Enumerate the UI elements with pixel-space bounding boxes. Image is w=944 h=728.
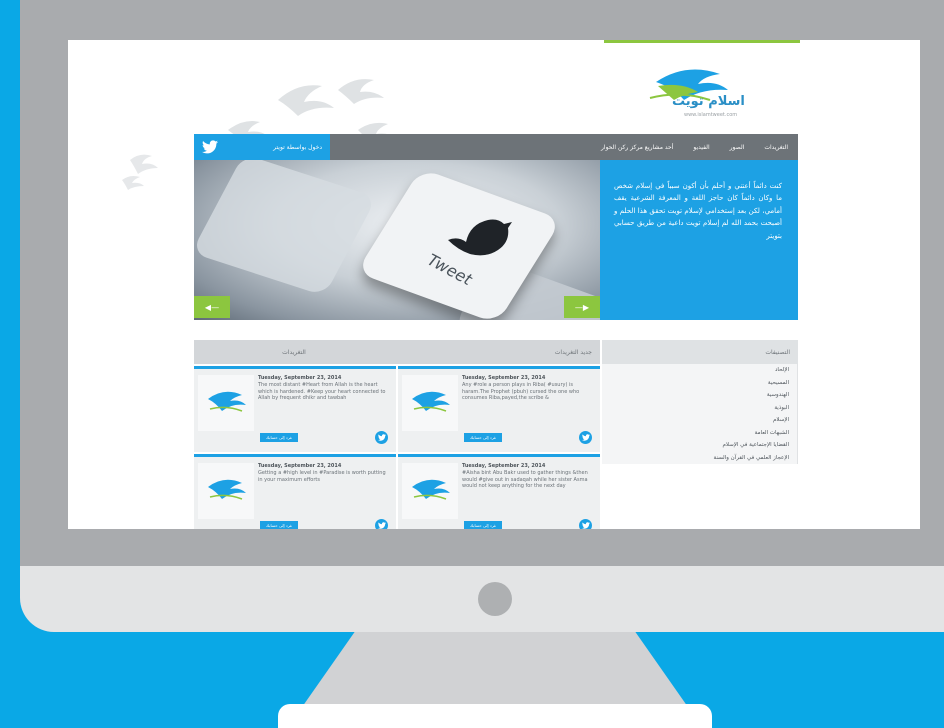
twitter-login-label: دخول بواسطة تويتر	[273, 143, 322, 151]
logo-subtext: www.islamtweet.com	[684, 112, 738, 118]
twitter-bird-icon	[448, 219, 512, 256]
latest-tweets-header: التغريدات	[194, 340, 394, 364]
logo-bird-icon	[412, 391, 450, 412]
featured-tweets-header: جديد التغريدات	[394, 340, 600, 364]
hero-text-panel: كنت دائماً أعتني و أحلم بأن أكون سبباً ف…	[600, 160, 798, 320]
tweet-thumbnail	[198, 463, 254, 519]
tweet-thumbnail	[402, 463, 458, 519]
tweet-body: Getting a #high level in #Paradise is wo…	[258, 470, 386, 483]
tweet-share-button[interactable]: غرد إلى حسابك	[464, 433, 502, 442]
keyboard-key	[194, 160, 377, 296]
hero-testimonial-text: كنت دائماً أعتني و أحلم بأن أكون سبباً ف…	[614, 182, 782, 240]
nav-item-project[interactable]: أحد مشاريع مركز ركن الحوار	[601, 144, 673, 151]
hero-slider: Tweet ◀— —▶ كنت دائماً أعتني و أحلم بأن …	[194, 160, 798, 320]
tweet-share-button[interactable]: غرد إلى حسابك	[260, 433, 298, 442]
tweet-body: #Aisha bint Abu Bakr used to gather thin…	[462, 470, 588, 490]
category-item[interactable]: الشبهات العامة	[602, 427, 797, 439]
nav-item-videos[interactable]: الفيديو	[693, 144, 709, 151]
twitter-bird-icon	[377, 522, 386, 529]
arrow-left-icon: ◀—	[204, 302, 220, 312]
birds-decoration-icon	[122, 154, 158, 190]
tweet-date: Tuesday, September 23, 2014	[462, 375, 546, 381]
hero-image: Tweet ◀— —▶	[194, 160, 633, 320]
categories-list: الإلحاد المسيحية الهندوسية البوذية الإسل…	[602, 364, 798, 464]
logo-bird-icon	[412, 479, 450, 500]
tweet-date: Tuesday, September 23, 2014	[462, 463, 546, 469]
twitter-circle-icon[interactable]	[579, 431, 592, 444]
nav-item-tweets[interactable]: التغريدات	[764, 144, 788, 151]
tweet-date: Tuesday, September 23, 2014	[258, 463, 342, 469]
category-item[interactable]: الإلحاد	[602, 364, 797, 377]
twitter-bird-icon	[581, 434, 590, 441]
logo-bird-icon	[208, 391, 246, 412]
arrow-right-icon: —▶	[574, 302, 590, 312]
tweet-date: Tuesday, September 23, 2014	[258, 375, 342, 381]
website-screen: اسلام تويت www.islamtweet.com دخول بواسط…	[68, 40, 920, 529]
hero-next-button[interactable]: —▶	[564, 296, 600, 318]
monitor-stand-base	[278, 704, 712, 728]
logo-text[interactable]: اسلام تويت	[672, 94, 745, 109]
tweet-share-button[interactable]: غرد إلى حسابك	[260, 521, 298, 529]
nav-item-images[interactable]: الصور	[730, 144, 745, 151]
category-item[interactable]: الإعجاز العلمي في القرآن والسنة	[602, 452, 797, 464]
twitter-bird-icon	[581, 522, 590, 529]
tweet-share-button[interactable]: غرد إلى حسابك	[464, 521, 502, 529]
category-item[interactable]: المسيحية	[602, 377, 797, 389]
category-item[interactable]: القضايا الإجتماعية في الإسلام	[602, 439, 797, 452]
categories-header: التصنيفات	[602, 340, 798, 364]
hero-prev-button[interactable]: ◀—	[194, 296, 230, 318]
category-item[interactable]: البوذية	[602, 402, 797, 414]
twitter-circle-icon[interactable]	[579, 519, 592, 529]
nav-menu: التغريدات الصور الفيديو أحد مشاريع مركز …	[601, 134, 788, 160]
tweet-thumbnail	[402, 375, 458, 431]
category-item[interactable]: الهندوسية	[602, 389, 797, 402]
tweet-card: Tuesday, September 23, 2014 Getting a #h…	[194, 454, 396, 529]
power-button[interactable]	[478, 582, 512, 616]
top-accent-bar	[604, 40, 800, 43]
tweet-thumbnail	[198, 375, 254, 431]
tweet-card: Tuesday, September 23, 2014 The most dis…	[194, 366, 396, 452]
category-item[interactable]: الإسلام	[602, 414, 797, 427]
logo-bird-icon	[208, 479, 246, 500]
twitter-circle-icon[interactable]	[375, 431, 388, 444]
twitter-login-button[interactable]: دخول بواسطة تويتر	[194, 134, 330, 160]
monitor-stand	[300, 632, 690, 710]
tweet-card: Tuesday, September 23, 2014 #Aisha bint …	[398, 454, 600, 529]
twitter-circle-icon[interactable]	[375, 519, 388, 529]
tweet-card: Tuesday, September 23, 2014 Any #role a …	[398, 366, 600, 452]
twitter-bird-icon	[377, 434, 386, 441]
tweet-body: Any #role a person plays in Riba( #usury…	[462, 382, 580, 402]
twitter-bird-icon	[202, 140, 218, 154]
main-navbar: دخول بواسطة تويتر التغريدات الصور الفيدي…	[194, 134, 798, 160]
tweet-body: The most distant #Heart from Allah is th…	[258, 382, 386, 402]
